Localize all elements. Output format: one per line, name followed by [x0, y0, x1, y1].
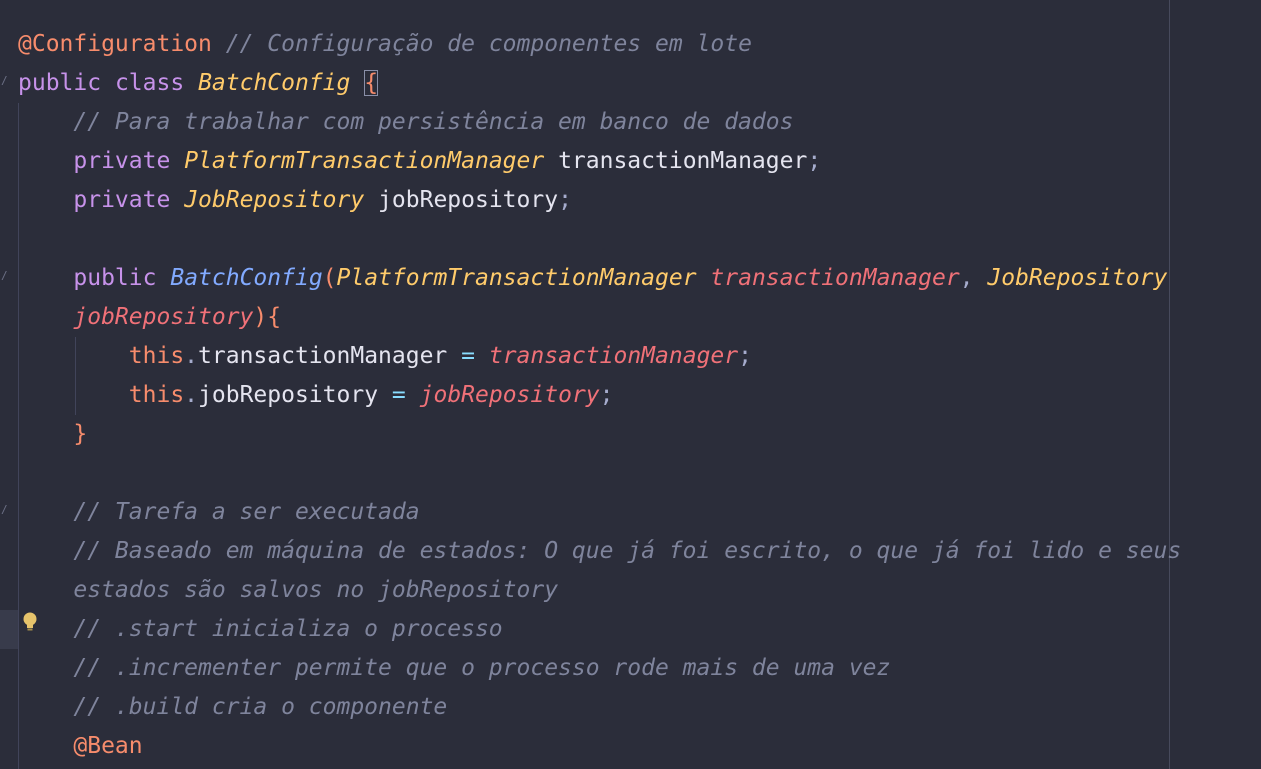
code-token: transactionManager [710, 265, 960, 291]
code-token: ){ [253, 304, 282, 330]
code-token: ( [322, 265, 337, 291]
code-token: // .incrementer permite que o processo r… [73, 655, 891, 681]
code-token: jobRepository [73, 304, 254, 330]
code-line[interactable] [18, 220, 1181, 259]
code-token: // .build cria o componente [73, 694, 448, 720]
code-line[interactable]: // .build cria o componente [18, 688, 1181, 727]
code-token: } [73, 421, 88, 447]
code-line[interactable]: public BatchConfig(PlatformTransactionMa… [18, 259, 1181, 298]
code-token: private [73, 148, 171, 174]
code-token: JobRepository [987, 265, 1168, 291]
code-line[interactable]: // Para trabalhar com persistência em ba… [18, 103, 1181, 142]
fold-marker-icon[interactable]: ∕ [1, 270, 11, 281]
code-token: jobRepository [419, 382, 600, 408]
code-line[interactable]: jobRepository){ [18, 298, 1181, 337]
code-token: jobRepository [364, 187, 559, 213]
code-token: this [128, 343, 185, 369]
code-token: public [18, 70, 102, 96]
code-line[interactable]: public class BatchConfig { [18, 64, 1181, 103]
code-line[interactable]: private PlatformTransactionManager trans… [18, 142, 1181, 181]
code-token: BatchConfig [170, 265, 323, 291]
code-token: // Configuração de componentes em lote [225, 31, 752, 57]
code-token: // .start inicializa o processo [73, 616, 503, 642]
code-token: transactionManager [198, 343, 462, 369]
code-line[interactable]: // Baseado em máquina de estados: O que … [18, 532, 1181, 571]
code-token: ; [738, 343, 752, 369]
code-line[interactable] [18, 454, 1181, 493]
code-line[interactable]: @Configuration // Configuração de compon… [18, 25, 1181, 64]
code-token: @Configuration [18, 31, 212, 57]
code-token: . [184, 343, 199, 369]
code-token: private [73, 187, 171, 213]
code-token: transactionManager [488, 343, 739, 369]
code-line[interactable]: @Bean [18, 727, 1181, 766]
code-token: transactionManager [544, 148, 808, 174]
code-editor[interactable]: ∕ ∕ ∕ @Configuration // Configuração de … [0, 0, 1261, 769]
code-token: class [114, 70, 185, 96]
code-token: { [364, 70, 379, 96]
code-token: , [959, 265, 988, 291]
code-token: this [128, 382, 185, 408]
code-token: PlatformTransactionManager [184, 148, 545, 174]
code-token: ; [599, 382, 614, 408]
code-line[interactable]: // .incrementer permite que o processo r… [18, 649, 1181, 688]
code-line[interactable]: private JobRepository jobRepository; [18, 181, 1181, 220]
code-token: jobRepository [198, 382, 392, 408]
code-line[interactable]: // Tarefa a ser executada [18, 493, 1181, 532]
fold-marker-icon[interactable]: ∕ [1, 504, 11, 515]
code-token: estados são salvos no jobRepository [73, 577, 559, 603]
fold-marker-icon[interactable]: ∕ [1, 75, 11, 86]
code-line[interactable]: estados são salvos no jobRepository [18, 571, 1181, 610]
code-token: ; [807, 148, 822, 174]
code-token: JobRepository [184, 187, 365, 213]
code-line[interactable]: // .start inicializa o processo [18, 610, 1181, 649]
code-line[interactable]: } [18, 415, 1181, 454]
code-line[interactable]: this.transactionManager = transactionMan… [18, 337, 1181, 376]
code-token: ; [558, 187, 572, 213]
code-line[interactable]: this.jobRepository = jobRepository; [18, 376, 1181, 415]
code-token: // Tarefa a ser executada [73, 499, 420, 525]
code-token: PlatformTransactionManager [336, 265, 697, 291]
code-token: public [73, 265, 157, 291]
code-token: // Para trabalhar com persistência em ba… [73, 109, 794, 135]
code-token: BatchConfig [198, 70, 351, 96]
code-token: = [461, 343, 475, 369]
code-token: . [184, 382, 199, 408]
code-token: @Bean [73, 733, 143, 759]
code-text-area[interactable]: @Configuration // Configuração de compon… [18, 25, 1181, 766]
current-line-gutter-highlight [0, 610, 18, 649]
code-token: // Baseado em máquina de estados: O que … [73, 538, 1182, 564]
code-token: = [391, 382, 406, 408]
